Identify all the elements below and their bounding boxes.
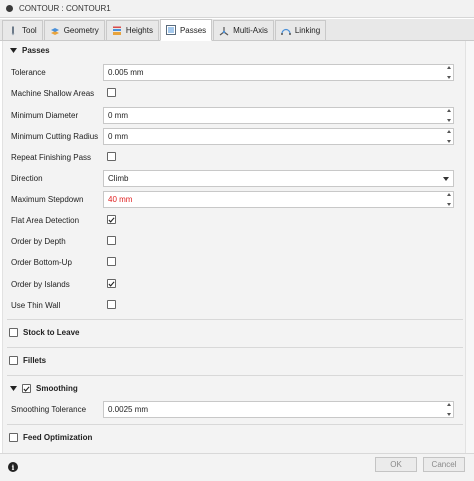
section-stock-to-leave-title: Stock to Leave: [23, 328, 80, 337]
maximum-stepdown-value: 40 mm: [108, 195, 133, 204]
section-fillets-title: Fillets: [23, 356, 47, 365]
section-smoothing-title: Smoothing: [36, 384, 78, 393]
repeat-finishing-pass-checkbox[interactable]: [107, 152, 116, 161]
order-by-depth-label: Order by Depth: [11, 237, 66, 246]
smoothing-tolerance-label: Smoothing Tolerance: [11, 405, 87, 414]
tab-geometry[interactable]: Geometry: [43, 20, 105, 40]
section-divider: [7, 347, 463, 348]
checkmark-icon: [108, 280, 115, 287]
stock-to-leave-checkbox[interactable]: [9, 328, 18, 337]
window-titlebar: CONTOUR : CONTOUR1: [0, 0, 474, 18]
minimum-diameter-spinner[interactable]: [446, 109, 452, 122]
cancel-button[interactable]: Cancel: [423, 457, 465, 472]
smoothing-tolerance-spinner[interactable]: [446, 403, 452, 416]
maximum-stepdown-spinner[interactable]: [446, 193, 452, 206]
tolerance-value: 0.005 mm: [108, 68, 144, 77]
tolerance-spinner[interactable]: [446, 66, 452, 79]
tab-multi-axis[interactable]: Multi-Axis: [213, 20, 274, 40]
smoothing-tolerance-value: 0.0025 mm: [108, 405, 149, 414]
flat-area-detection-label: Flat Area Detection: [11, 216, 80, 225]
tool-icon: [8, 26, 18, 36]
use-thin-wall-label: Use Thin Wall: [11, 301, 61, 310]
smoothing-tolerance-field[interactable]: 0.0025 mm: [103, 401, 454, 418]
vertical-scrollbar[interactable]: [466, 41, 474, 453]
section-feed-optimization-header[interactable]: Feed Optimization: [9, 433, 92, 442]
chevron-down-icon: [443, 177, 449, 181]
checkmark-icon: [23, 385, 30, 392]
tolerance-field[interactable]: 0.005 mm: [103, 64, 454, 81]
window-title: CONTOUR : CONTOUR1: [19, 4, 111, 13]
tab-heights[interactable]: Heights: [105, 20, 159, 40]
fillets-checkbox[interactable]: [9, 356, 18, 365]
machine-shallow-areas-checkbox[interactable]: [107, 88, 116, 97]
minimum-cutting-radius-field[interactable]: 0 mm: [103, 128, 454, 145]
direction-select[interactable]: Climb: [103, 170, 454, 187]
tab-linking-label: Linking: [294, 26, 321, 35]
section-smoothing-header[interactable]: Smoothing: [9, 384, 78, 393]
passes-panel: Passes Tolerance 0.005 mm Machine Shallo…: [2, 41, 466, 453]
tab-passes[interactable]: Passes: [159, 19, 213, 41]
minimum-diameter-value: 0 mm: [108, 111, 128, 120]
minimum-cutting-radius-label: Minimum Cutting Radius: [11, 132, 99, 141]
checkmark-icon: [108, 216, 115, 223]
tab-tool-label: Tool: [22, 26, 37, 35]
direction-label: Direction: [11, 174, 43, 183]
passes-icon: [165, 25, 176, 35]
maximum-stepdown-label: Maximum Stepdown: [11, 195, 84, 204]
dialog-footer: i OK Cancel: [0, 453, 474, 481]
repeat-finishing-pass-label: Repeat Finishing Pass: [11, 153, 92, 162]
linking-icon: [280, 26, 291, 36]
section-divider: [7, 375, 463, 376]
flat-area-detection-checkbox[interactable]: [107, 215, 116, 224]
tab-bar: Tool Geometry Heights Passes Multi-Axis …: [0, 19, 474, 41]
section-fillets-header[interactable]: Fillets: [9, 356, 46, 365]
minimum-diameter-label: Minimum Diameter: [11, 111, 79, 120]
collapse-caret-icon: [9, 385, 17, 393]
section-divider: [7, 424, 463, 425]
tab-heights-label: Heights: [125, 26, 153, 35]
tab-geometry-label: Geometry: [63, 26, 99, 35]
maximum-stepdown-field[interactable]: 40 mm: [103, 191, 454, 208]
minimum-diameter-field[interactable]: 0 mm: [103, 107, 454, 124]
smoothing-checkbox[interactable]: [22, 384, 31, 393]
machine-shallow-areas-label: Machine Shallow Areas: [11, 89, 95, 98]
use-thin-wall-checkbox[interactable]: [107, 300, 116, 309]
section-passes-header[interactable]: Passes: [9, 46, 50, 55]
order-bottom-up-label: Order Bottom-Up: [11, 258, 72, 267]
heights-icon: [112, 26, 122, 36]
minimum-cutting-radius-value: 0 mm: [108, 132, 128, 141]
section-stock-to-leave-header[interactable]: Stock to Leave: [9, 328, 79, 337]
order-by-islands-label: Order by Islands: [11, 280, 70, 289]
multi-axis-icon: [219, 26, 229, 36]
tab-linking[interactable]: Linking: [274, 20, 327, 40]
feed-optimization-checkbox[interactable]: [9, 433, 18, 442]
tab-tool[interactable]: Tool: [2, 20, 43, 40]
info-icon[interactable]: i: [8, 462, 18, 472]
tab-passes-label: Passes: [179, 25, 207, 35]
order-by-islands-checkbox[interactable]: [107, 279, 116, 288]
tab-multi-axis-label: Multi-Axis: [233, 26, 268, 35]
order-bottom-up-checkbox[interactable]: [107, 257, 116, 266]
section-divider: [7, 319, 463, 320]
order-by-depth-checkbox[interactable]: [107, 236, 116, 245]
ok-button[interactable]: OK: [375, 457, 417, 472]
section-feed-optimization-title: Feed Optimization: [23, 433, 93, 442]
tolerance-label: Tolerance: [11, 68, 46, 77]
direction-value: Climb: [108, 174, 129, 183]
window-dot-icon: [6, 5, 13, 12]
geometry-icon: [50, 26, 60, 36]
collapse-caret-icon: [9, 47, 17, 55]
section-passes-title: Passes: [22, 46, 50, 55]
minimum-cutting-radius-spinner[interactable]: [446, 130, 452, 143]
